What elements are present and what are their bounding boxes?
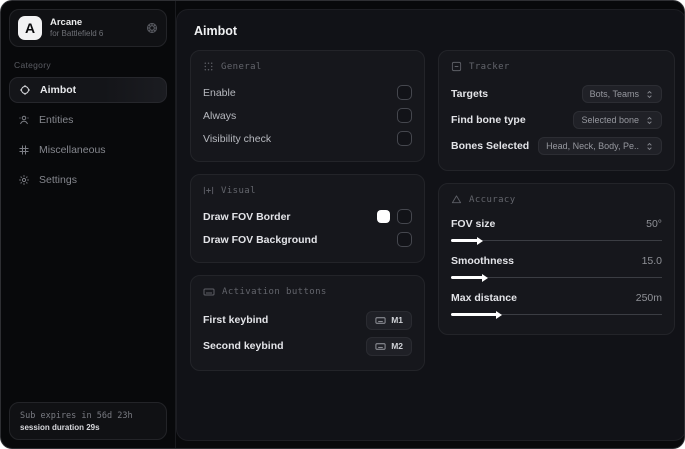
keyboard-icon: [203, 286, 215, 298]
setting-row-always: Always: [203, 104, 412, 127]
sidebar-item-settings[interactable]: Settings: [9, 167, 167, 193]
entities-icon: [18, 114, 30, 126]
setting-label: Visibility check: [203, 132, 272, 145]
sidebar-item-entities[interactable]: Entities: [9, 107, 167, 133]
setting-row-bones-selected: Bones Selected Head, Neck, Body, Pe..: [451, 133, 662, 159]
app-logo: A: [18, 16, 42, 40]
tracker-icon: [451, 61, 462, 72]
chevron-up-down-icon: [645, 142, 654, 151]
setting-label: First keybind: [203, 314, 269, 326]
setting-label: Always: [203, 109, 237, 122]
select-value: Head, Neck, Body, Pe..: [546, 141, 639, 151]
setting-label: Draw FOV Background: [203, 233, 318, 246]
setting-row-second-keybind: Second keybind M2: [203, 333, 412, 359]
setting-row-first-keybind: First keybind M1: [203, 307, 412, 333]
grid-icon: [18, 144, 30, 156]
panel-title: Tracker: [469, 61, 510, 72]
draw-fov-border-checkbox[interactable]: [397, 209, 412, 224]
fov-border-color-swatch[interactable]: [377, 210, 390, 223]
setting-label: Targets: [451, 88, 489, 100]
keyboard-icon: [375, 341, 386, 352]
subscription-card: Sub expires in 56d 23h session duration …: [9, 402, 167, 440]
app-name: Arcane: [50, 16, 83, 28]
keyboard-icon: [375, 315, 386, 326]
setting-row-visibility-check: Visibility check: [203, 127, 412, 150]
panel-visual: Visual Draw FOV Border Draw FOV Backgrou…: [190, 174, 425, 263]
page-title: Aimbot: [194, 24, 238, 38]
select-value: Bots, Teams: [589, 89, 639, 99]
triangle-icon: [451, 194, 462, 205]
setting-label: Find bone type: [451, 114, 526, 126]
app-window: A Arcane for Battlefield 6 Category Aimb…: [0, 0, 685, 449]
setting-row-targets: Targets Bots, Teams: [451, 81, 662, 107]
visibility-check-checkbox[interactable]: [397, 131, 412, 146]
setting-label: Smoothness: [451, 255, 515, 267]
bones-selected-select[interactable]: Head, Neck, Body, Pe..: [538, 137, 662, 155]
slider-fill: [451, 310, 503, 319]
fov-size-slider[interactable]: [451, 236, 662, 245]
panel-title: General: [221, 61, 262, 72]
crosshair-icon: [19, 84, 31, 96]
second-keybind-button[interactable]: M2: [366, 336, 412, 356]
sidebar-item-label: Aimbot: [40, 84, 77, 96]
always-checkbox[interactable]: [397, 108, 412, 123]
max-distance-slider[interactable]: [451, 310, 662, 319]
chevron-up-down-icon: [645, 90, 654, 99]
session-duration-text: session duration 29s: [20, 422, 100, 432]
sidebar-item-label: Entities: [39, 114, 74, 126]
slider-fill: [451, 273, 488, 282]
select-value: Selected bone: [581, 115, 639, 125]
panel-tracker: Tracker Targets Bots, Teams Find bone ty…: [438, 50, 675, 171]
setting-label: Bones Selected: [451, 140, 530, 152]
panel-title: Activation buttons: [222, 287, 327, 297]
smoothness-value: 15.0: [641, 255, 662, 267]
smoothness-slider[interactable]: [451, 273, 662, 282]
setting-label: Enable: [203, 86, 236, 99]
setting-row-smoothness: Smoothness 15.0: [451, 251, 662, 282]
keybind-value: M2: [391, 341, 403, 351]
setting-label: FOV size: [451, 218, 496, 230]
setting-row-enable: Enable: [203, 81, 412, 104]
targets-select[interactable]: Bots, Teams: [581, 85, 662, 103]
setting-row-fov-size: FOV size 50°: [451, 214, 662, 245]
sub-expires-text: Sub expires in 56d 23h: [20, 410, 133, 421]
main-content: Aimbot General Enable Always Visibility …: [176, 9, 684, 441]
visual-icon: [203, 185, 214, 196]
app-subtitle: for Battlefield 6: [50, 28, 104, 38]
slider-fill: [451, 236, 484, 245]
setting-label: Max distance: [451, 292, 517, 304]
logo-card: A Arcane for Battlefield 6: [9, 9, 167, 47]
panel-general: General Enable Always Visibility check: [190, 50, 425, 162]
fov-size-value: 50°: [646, 218, 662, 230]
gear-icon: [18, 174, 30, 186]
sidebar: A Arcane for Battlefield 6 Category Aimb…: [1, 1, 176, 448]
sidebar-item-miscellaneous[interactable]: Miscellaneous: [9, 137, 167, 163]
setting-label: Draw FOV Border: [203, 210, 291, 223]
draw-fov-background-checkbox[interactable]: [397, 232, 412, 247]
sidebar-item-label: Settings: [39, 174, 77, 186]
general-icon: [203, 61, 214, 72]
max-distance-value: 250m: [635, 292, 662, 304]
category-label: Category: [14, 60, 51, 70]
enable-checkbox[interactable]: [397, 85, 412, 100]
panel-title: Visual: [221, 185, 256, 196]
chevron-up-down-icon: [645, 116, 654, 125]
first-keybind-button[interactable]: M1: [366, 310, 412, 330]
keybind-value: M1: [391, 315, 403, 325]
panel-title: Accuracy: [469, 194, 516, 205]
panel-accuracy: Accuracy FOV size 50° Smoothness 15.0 Ma…: [438, 183, 675, 335]
sidebar-item-label: Miscellaneous: [39, 144, 106, 156]
setting-row-find-bone-type: Find bone type Selected bone: [451, 107, 662, 133]
setting-row-draw-fov-border: Draw FOV Border: [203, 205, 412, 228]
find-bone-type-select[interactable]: Selected bone: [573, 111, 662, 129]
setting-row-max-distance: Max distance 250m: [451, 288, 662, 319]
setting-row-draw-fov-background: Draw FOV Background: [203, 228, 412, 251]
gear-badge-icon[interactable]: [146, 22, 158, 34]
setting-label: Second keybind: [203, 340, 284, 352]
sidebar-item-aimbot[interactable]: Aimbot: [9, 77, 167, 103]
panel-activation-buttons: Activation buttons First keybind M1 Seco…: [190, 275, 425, 371]
